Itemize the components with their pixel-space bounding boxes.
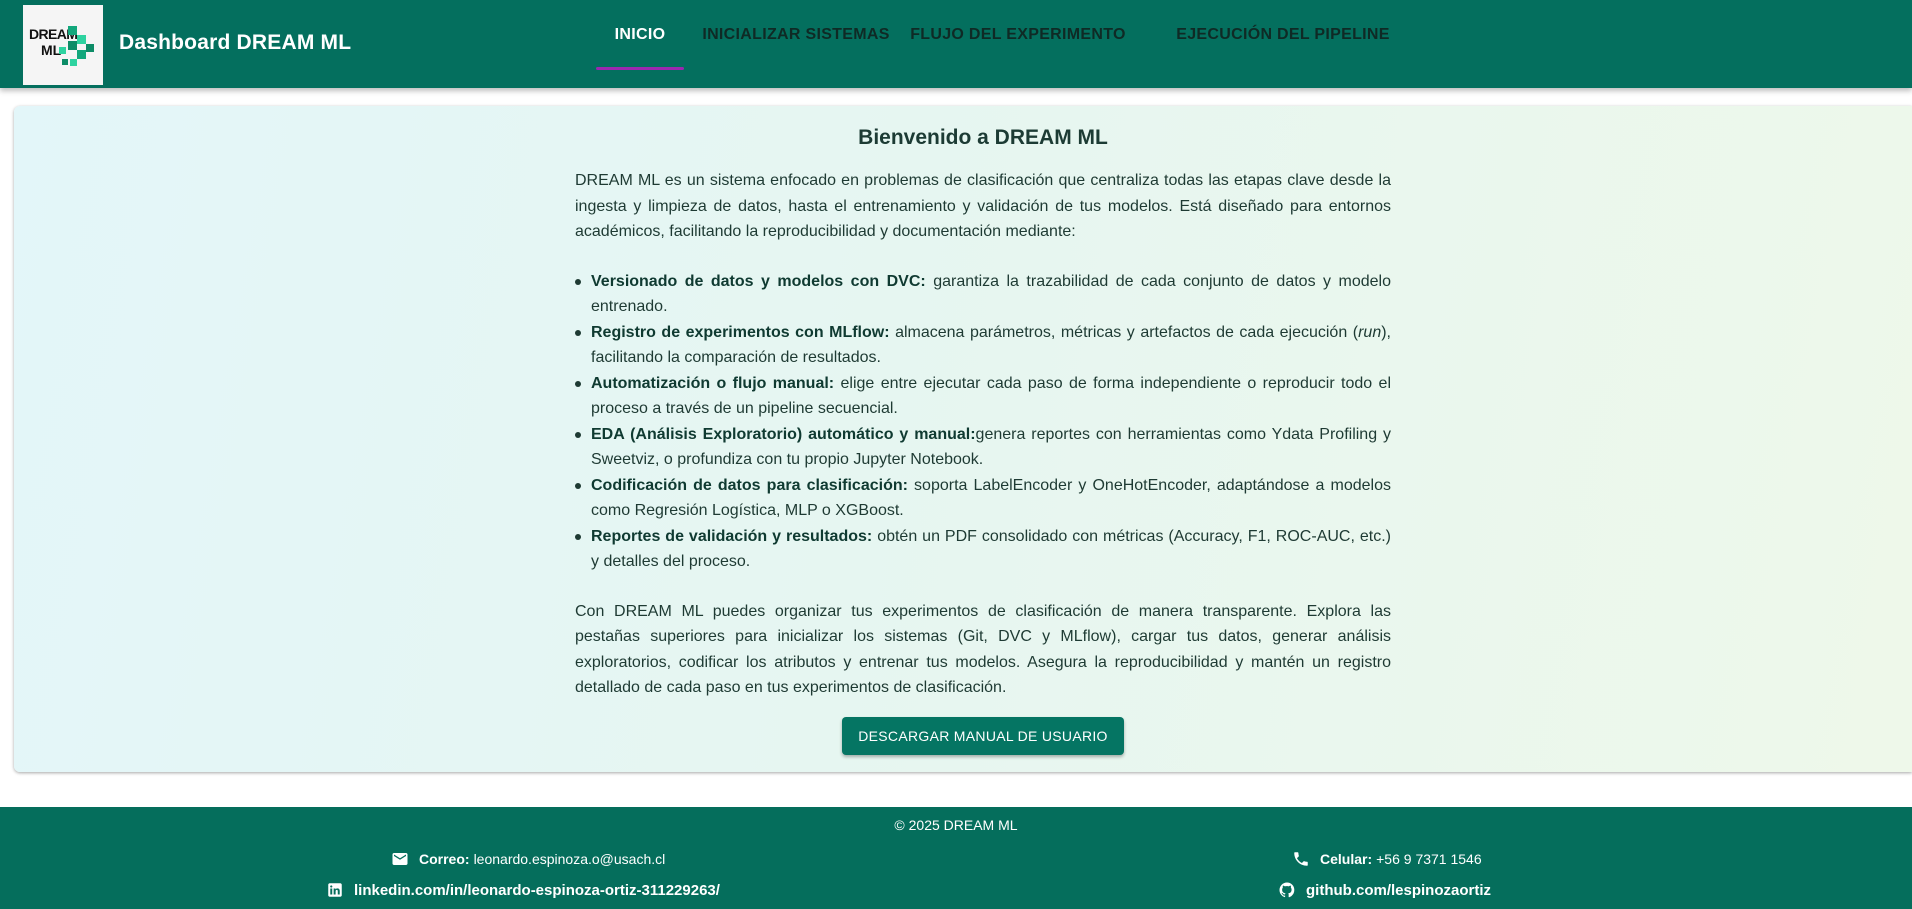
phone-icon xyxy=(1292,850,1310,868)
logo-icon: DREAM ML xyxy=(29,26,94,66)
tab-label: INICIO xyxy=(614,26,666,43)
download-manual-button[interactable]: DESCARGAR MANUAL DE USUARIO xyxy=(842,716,1124,755)
tab-inicio[interactable]: INICIO xyxy=(596,0,684,70)
list-item: Automatización o flujo manual: elige ent… xyxy=(575,371,1391,422)
list-item: Registro de experimentos con MLflow: alm… xyxy=(575,320,1391,371)
linkedin-icon xyxy=(326,881,344,899)
tab-ejecucion-del-pipeline[interactable]: EJECUCIÓN DEL PIPELINE xyxy=(1170,0,1396,70)
linkedin-link[interactable]: linkedin.com/in/leonardo-espinoza-ortiz-… xyxy=(354,882,720,899)
feature-list: Versionado de datos y modelos con DVC: g… xyxy=(575,269,1391,575)
github-icon xyxy=(1278,881,1296,899)
svg-text:ML: ML xyxy=(41,42,62,58)
list-item: Codificación de datos para clasificación… xyxy=(575,473,1391,524)
mail-icon xyxy=(391,850,409,868)
outro-paragraph: Con DREAM ML puedes organizar tus experi… xyxy=(575,602,1391,697)
app-footer: © 2025 DREAM ML Correo: leonardo.espinoz… xyxy=(0,807,1912,909)
app-title: Dashboard DREAM ML xyxy=(119,31,352,54)
tab-label: EJECUCIÓN DEL PIPELINE xyxy=(1176,26,1390,43)
phone-contact: Celular: +56 9 7371 1546 xyxy=(1292,850,1482,868)
github-contact: github.com/lespinozaortiz xyxy=(1278,881,1491,899)
tab-flujo-del-experimento[interactable]: FLUJO DEL EXPERIMENTO xyxy=(910,0,1125,70)
intro-paragraph: DREAM ML es un sistema enfocado en probl… xyxy=(575,172,1391,240)
list-item: EDA (Análisis Exploratorio) automático y… xyxy=(575,422,1391,473)
phone-number: +56 9 7371 1546 xyxy=(1376,851,1482,867)
dream-ml-logo[interactable]: DREAM ML xyxy=(23,5,103,85)
email-contact: Correo: leonardo.espinoza.o@usach.cl xyxy=(391,850,665,868)
github-link[interactable]: github.com/lespinozaortiz xyxy=(1306,882,1491,899)
tab-label: FLUJO DEL EXPERIMENTO xyxy=(910,26,1126,43)
welcome-heading: Bienvenido a DREAM ML xyxy=(858,126,1108,149)
welcome-content: Bienvenido a DREAM ML DREAM ML es un sis… xyxy=(575,126,1391,755)
tab-inicializar-sistemas[interactable]: INICIALIZAR SISTEMAS xyxy=(700,0,892,70)
app-header: DREAM ML Dashboard DREAM ML INICIO INICI… xyxy=(0,0,1912,88)
email-link[interactable]: leonardo.espinoza.o@usach.cl xyxy=(474,851,666,867)
email-label: Correo: xyxy=(419,851,470,867)
list-item: Reportes de validación y resultados: obt… xyxy=(575,524,1391,575)
list-item: Versionado de datos y modelos con DVC: g… xyxy=(575,269,1391,320)
copyright-text: © 2025 DREAM ML xyxy=(894,817,1018,833)
phone-label: Celular: xyxy=(1320,851,1373,867)
tab-label: INICIALIZAR SISTEMAS xyxy=(702,26,890,43)
linkedin-contact: linkedin.com/in/leonardo-espinoza-ortiz-… xyxy=(326,881,720,899)
